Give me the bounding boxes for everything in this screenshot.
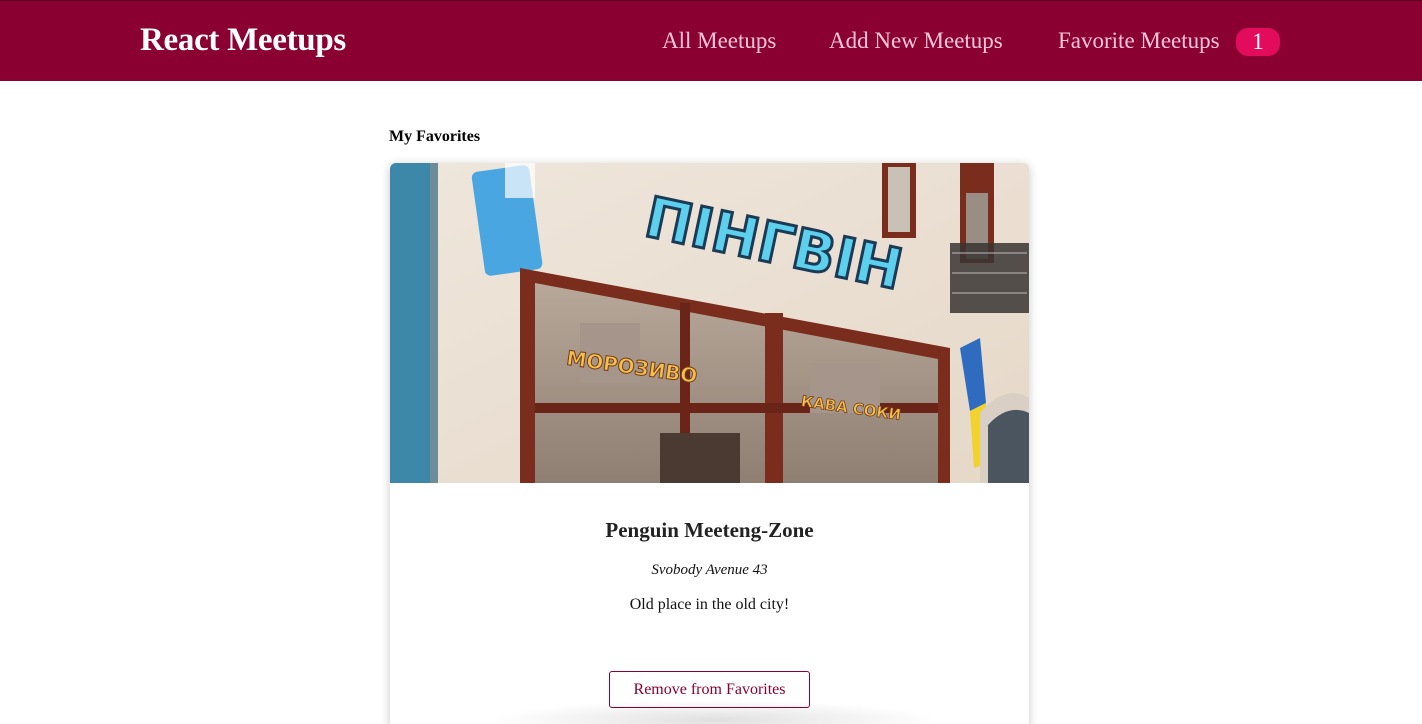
meetup-title: Penguin Meeteng-Zone <box>605 518 814 542</box>
page-title: My Favorites <box>389 128 481 145</box>
meetup-image: ПІНГВІН МОРОЗИВО КАВА СОКИ <box>390 163 1029 483</box>
app-logo[interactable]: React Meetups <box>140 22 346 59</box>
top-navbar: React Meetups All Meetups Add New Meetup… <box>0 0 1422 81</box>
remove-from-favorites-button[interactable]: Remove from Favorites <box>609 671 810 708</box>
meetup-description: Old place in the old city! <box>629 596 790 613</box>
meetup-card: ПІНГВІН МОРОЗИВО КАВА СОКИ Penguin Meete… <box>390 163 1029 724</box>
nav-add-new-meetup[interactable]: Add New Meetups <box>829 25 1003 57</box>
nav-favorite-meetups[interactable]: Favorite Meetups <box>1058 25 1220 57</box>
meetup-address: Svobody Avenue 43 <box>651 562 768 578</box>
favorites-count-badge[interactable]: 1 <box>1236 28 1280 56</box>
nav-all-meetups[interactable]: All Meetups <box>662 25 776 57</box>
